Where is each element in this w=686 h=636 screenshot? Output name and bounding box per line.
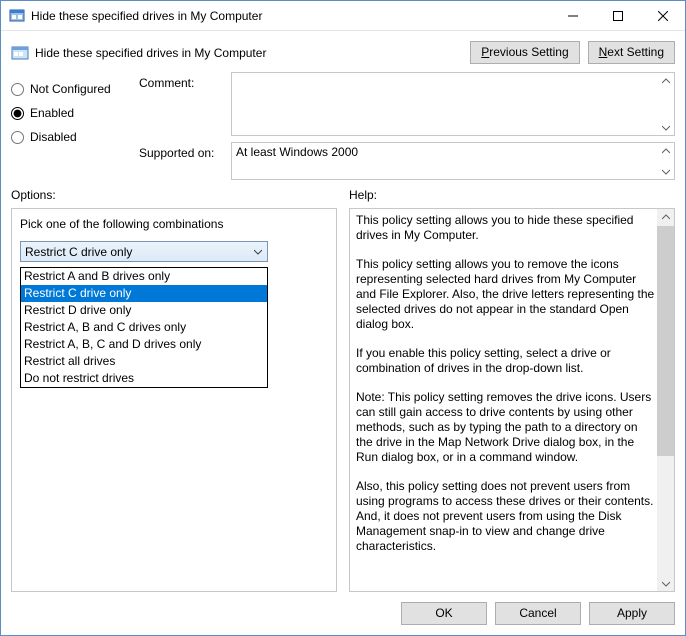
radio-label: Not Configured: [30, 82, 111, 96]
dropdown-item[interactable]: Restrict all drives: [21, 353, 267, 370]
dropdown-item[interactable]: Restrict A, B and C drives only: [21, 319, 267, 336]
help-paragraph: This policy setting allows you to hide t…: [356, 213, 656, 243]
lower-panes: Options: Pick one of the following combi…: [1, 180, 685, 592]
close-button[interactable]: [640, 1, 685, 30]
scroll-down-icon[interactable]: [657, 118, 674, 135]
help-paragraph: Also, this policy setting does not preve…: [356, 479, 656, 554]
help-scrollbar[interactable]: [657, 209, 674, 591]
minimize-button[interactable]: [550, 1, 595, 30]
help-paragraph: If you enable this policy setting, selec…: [356, 346, 656, 376]
policy-name: Hide these specified drives in My Comput…: [35, 46, 464, 60]
config-area: Not Configured Enabled Disabled Comment:: [1, 68, 685, 180]
help-box: This policy setting allows you to hide t…: [349, 208, 675, 592]
comment-label: Comment:: [139, 72, 223, 136]
radio-label: Disabled: [30, 130, 77, 144]
maximize-button[interactable]: [595, 1, 640, 30]
dropdown-item[interactable]: Restrict A and B drives only: [21, 268, 267, 285]
apply-button[interactable]: Apply: [589, 602, 675, 625]
scroll-down-icon[interactable]: [657, 162, 674, 179]
scrollbar-thumb[interactable]: [657, 226, 674, 456]
policy-icon: [11, 44, 29, 62]
scroll-up-icon[interactable]: [657, 209, 674, 226]
ok-button[interactable]: OK: [401, 602, 487, 625]
radio-enabled-input[interactable]: [11, 107, 24, 120]
radio-disabled-input[interactable]: [11, 131, 24, 144]
dropdown-item[interactable]: Restrict C drive only: [21, 285, 267, 302]
chevron-down-icon: [250, 244, 265, 259]
next-setting-button[interactable]: Next Setting: [588, 41, 675, 64]
previous-setting-button[interactable]: Previous Setting: [470, 41, 579, 64]
help-paragraph: Note: This policy setting removes the dr…: [356, 390, 656, 465]
titlebar: Hide these specified drives in My Comput…: [1, 1, 685, 31]
header-row: Hide these specified drives in My Comput…: [1, 31, 685, 68]
radio-label: Enabled: [30, 106, 74, 120]
combobox-value: Restrict C drive only: [25, 245, 132, 259]
radio-enabled[interactable]: Enabled: [11, 106, 121, 120]
dropdown-item[interactable]: Restrict A, B, C and D drives only: [21, 336, 267, 353]
window-title: Hide these specified drives in My Comput…: [31, 9, 550, 23]
window-icon: [9, 8, 25, 24]
radio-not-configured-input[interactable]: [11, 83, 24, 96]
combination-combobox[interactable]: Restrict C drive only: [20, 241, 268, 262]
window-controls: [550, 1, 685, 30]
state-radios: Not Configured Enabled Disabled: [11, 72, 121, 180]
dropdown-item[interactable]: Do not restrict drives: [21, 370, 267, 387]
dropdown-item[interactable]: Restrict D drive only: [21, 302, 267, 319]
scroll-down-icon[interactable]: [657, 574, 674, 591]
combination-dropdown[interactable]: Restrict A and B drives only Restrict C …: [20, 267, 268, 388]
help-paragraph: This policy setting allows you to remove…: [356, 257, 656, 332]
supported-textbox: At least Windows 2000: [231, 142, 675, 180]
radio-not-configured[interactable]: Not Configured: [11, 82, 121, 96]
dialog-footer: OK Cancel Apply: [1, 592, 685, 635]
help-label: Help:: [349, 188, 675, 202]
scroll-up-icon[interactable]: [657, 143, 674, 160]
help-pane: Help: This policy setting allows you to …: [349, 188, 675, 592]
options-label: Options:: [11, 188, 337, 202]
supported-value: At least Windows 2000: [236, 145, 657, 159]
options-pane: Options: Pick one of the following combi…: [11, 188, 337, 592]
options-prompt: Pick one of the following combinations: [20, 217, 328, 231]
policy-editor-window: Hide these specified drives in My Comput…: [0, 0, 686, 636]
cancel-button[interactable]: Cancel: [495, 602, 581, 625]
radio-disabled[interactable]: Disabled: [11, 130, 121, 144]
help-text: This policy setting allows you to hide t…: [356, 213, 656, 587]
supported-label: Supported on:: [139, 142, 223, 180]
comment-textbox[interactable]: [231, 72, 675, 136]
options-box: Pick one of the following combinations R…: [11, 208, 337, 592]
scroll-up-icon[interactable]: [657, 73, 674, 90]
